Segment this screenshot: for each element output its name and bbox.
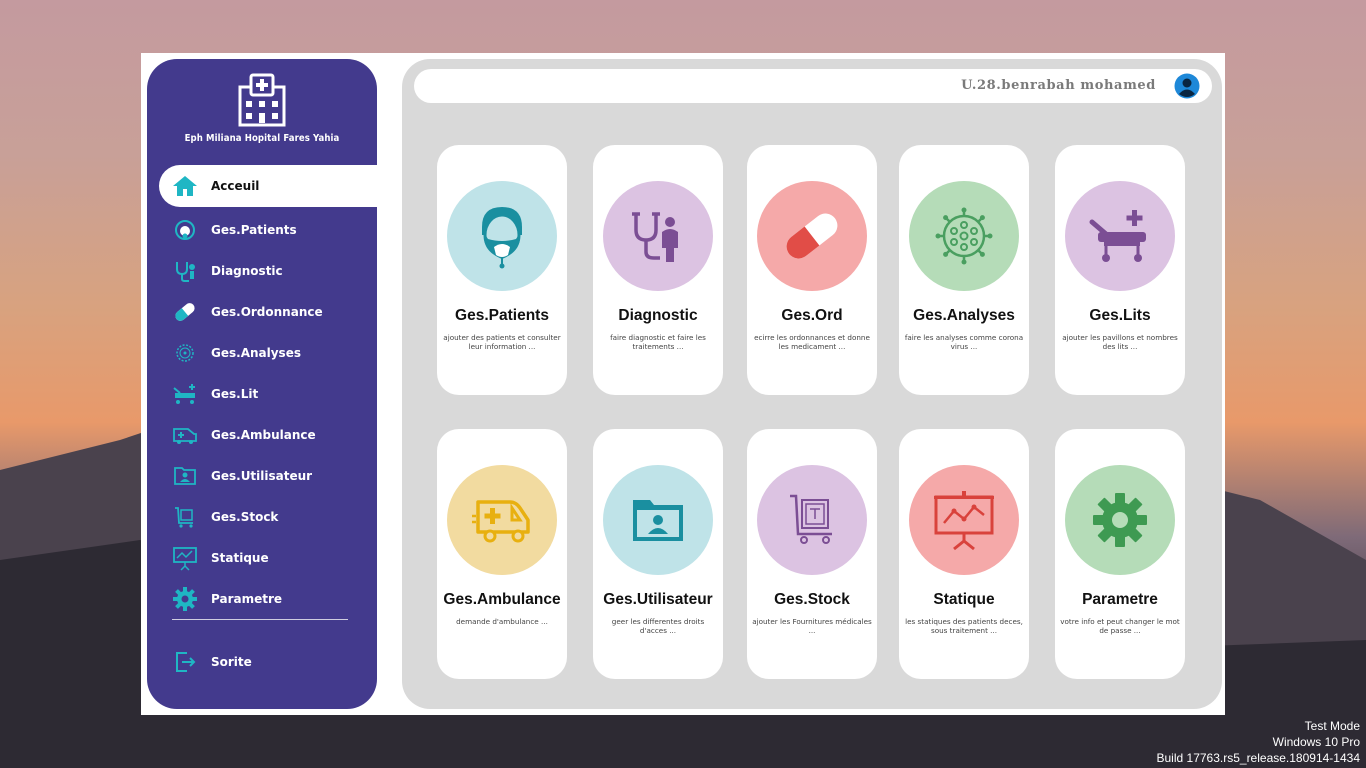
sidebar-item-label: Statique (211, 551, 269, 565)
sidebar-item-label: Ges.Patients (211, 223, 297, 237)
card-icon-circle (603, 465, 713, 575)
sidebar-item-label: Ges.Ambulance (211, 428, 316, 442)
sidebar-item-diagnostic[interactable]: Diagnostic (171, 256, 283, 286)
hospital-name: Eph Miliana Hopital Fares Yahia (184, 133, 340, 144)
sidebar-item-label: Sorite (211, 655, 252, 669)
main-content: U.28.benrabah mohamed Ges.Patients ajout… (402, 59, 1222, 709)
card-icon-circle (757, 465, 867, 575)
pill-icon (786, 213, 838, 259)
card-icon-circle (447, 465, 557, 575)
card-title: Diagnostic (618, 307, 698, 324)
top-bar: U.28.benrabah mohamed (414, 69, 1212, 103)
sidebar-item-analyses[interactable]: Ges.Analyses (171, 338, 301, 368)
sidebar-item-sorite[interactable]: Sorite (171, 647, 252, 677)
sidebar-item-label: Ges.Lit (211, 387, 259, 401)
sidebar-item-label: Ges.Ordonnance (211, 305, 323, 319)
card-title: Ges.Utilisateur (603, 591, 713, 608)
card-description: les statiques des patients deces, sous t… (905, 617, 1023, 635)
card-parametre[interactable]: Parametre votre info et peut changer le … (1055, 429, 1185, 679)
sidebar-item-parametre[interactable]: Parametre (171, 584, 282, 614)
patient-icon (482, 207, 522, 269)
user-folder-icon (171, 462, 199, 490)
presentation-chart-icon (171, 544, 199, 572)
hospital-icon (238, 73, 286, 127)
card-stock[interactable]: Ges.Stock ajouter les Fournitures médica… (747, 429, 877, 679)
stethoscope-icon (632, 212, 678, 262)
sidebar-item-lit[interactable]: Ges.Lit (171, 379, 258, 409)
card-utilisateur[interactable]: Ges.Utilisateur geer les differentes dro… (593, 429, 723, 679)
ambulance-icon (171, 421, 199, 449)
sidebar-item-label: Ges.Utilisateur (211, 469, 313, 483)
card-description: ajouter les Fournitures médicales ... (752, 617, 872, 635)
stock-cart-icon (790, 494, 832, 544)
card-patients[interactable]: Ges.Patients ajouter des patients et con… (437, 145, 567, 395)
card-icon-circle (909, 465, 1019, 575)
card-title: Ges.Patients (455, 307, 549, 324)
card-title: Ges.Ambulance (443, 591, 561, 608)
card-icon-circle (1065, 181, 1175, 291)
sidebar-item-ordonnance[interactable]: Ges.Ordonnance (171, 297, 323, 327)
gear-icon (171, 585, 199, 613)
user-folder-icon (633, 500, 683, 541)
card-description: faire diagnostic et faire les traitement… (610, 333, 706, 351)
sidebar-item-label: Acceuil (211, 179, 260, 193)
card-analyses[interactable]: Ges.Analyses faire les analyses comme co… (899, 145, 1029, 395)
sidebar-item-utilisateur[interactable]: Ges.Utilisateur (171, 461, 312, 491)
watermark-line: Test Mode (1304, 719, 1360, 733)
ambulance-icon (472, 500, 530, 543)
patient-icon (171, 216, 199, 244)
card-ordonnance[interactable]: Ges.Ord ecirre les ordonnances et donne … (747, 145, 877, 395)
home-icon (171, 172, 199, 200)
virus-icon (935, 207, 993, 265)
card-title: Ges.Lits (1089, 307, 1151, 324)
sidebar-item-label: Parametre (211, 592, 283, 606)
card-lits[interactable]: Ges.Lits ajouter les pavillons et nombre… (1055, 145, 1185, 395)
os-watermark: Test Mode Windows 10 Pro Build 17763.rs5… (1157, 718, 1361, 766)
card-title: Ges.Analyses (913, 307, 1015, 324)
sidebar-divider (172, 619, 348, 620)
card-icon-circle (909, 181, 1019, 291)
hospital-logo: Eph Miliana Hopital Fares Yahia (147, 73, 377, 144)
app-window: Eph Miliana Hopital Fares Yahia Acceuil … (141, 53, 1225, 715)
card-icon-circle (447, 181, 557, 291)
sidebar-item-ambulance[interactable]: Ges.Ambulance (171, 420, 316, 450)
card-statique[interactable]: Statique les statiques des patients dece… (899, 429, 1029, 679)
avatar-icon[interactable] (1174, 73, 1200, 99)
sidebar-item-label: Diagnostic (211, 264, 283, 278)
card-description: ajouter des patients et consulter leur i… (443, 333, 561, 351)
card-title: Parametre (1082, 591, 1158, 608)
card-diagnostic[interactable]: Diagnostic faire diagnostic et faire les… (593, 145, 723, 395)
watermark-line: Windows 10 Pro (1272, 735, 1360, 749)
sidebar-item-statique[interactable]: Statique (171, 543, 269, 573)
card-title: Ges.Ord (781, 307, 843, 324)
watermark-line: Build 17763.rs5_release.180914-1434 (1156, 751, 1361, 765)
sidebar-item-stock[interactable]: Ges.Stock (171, 502, 278, 532)
card-description: demande d'ambulance ... (456, 617, 548, 626)
card-description: ecirre les ordonnances et donne les medi… (754, 333, 870, 351)
pill-icon (171, 298, 199, 326)
sidebar-item-label: Ges.Analyses (211, 346, 301, 360)
card-title: Ges.Stock (774, 591, 850, 608)
sidebar-item-acceuil[interactable]: Acceuil (171, 171, 259, 201)
hospital-bed-icon (171, 380, 199, 408)
stethoscope-icon (171, 257, 199, 285)
card-description: faire les analyses comme corona virus ..… (904, 333, 1024, 351)
exit-icon (171, 648, 199, 676)
stock-cart-icon (171, 503, 199, 531)
card-title: Statique (933, 591, 995, 608)
gear-icon (1093, 493, 1147, 547)
card-description: votre info et peut changer le mot de pas… (1060, 617, 1180, 635)
card-icon-circle (603, 181, 713, 291)
user-name: U.28.benrabah mohamed (961, 78, 1156, 93)
card-icon-circle (1065, 465, 1175, 575)
card-description: geer les differentes droits d'acces ... (611, 617, 705, 635)
presentation-chart-icon (934, 491, 994, 551)
card-icon-circle (757, 181, 867, 291)
card-description: ajouter les pavillons et nombres des lit… (1062, 333, 1178, 351)
hospital-bed-icon (1089, 210, 1146, 262)
virus-icon (171, 339, 199, 367)
sidebar-item-label: Ges.Stock (211, 510, 279, 524)
sidebar-item-patients[interactable]: Ges.Patients (171, 215, 297, 245)
card-ambulance[interactable]: Ges.Ambulance demande d'ambulance ... (437, 429, 567, 679)
